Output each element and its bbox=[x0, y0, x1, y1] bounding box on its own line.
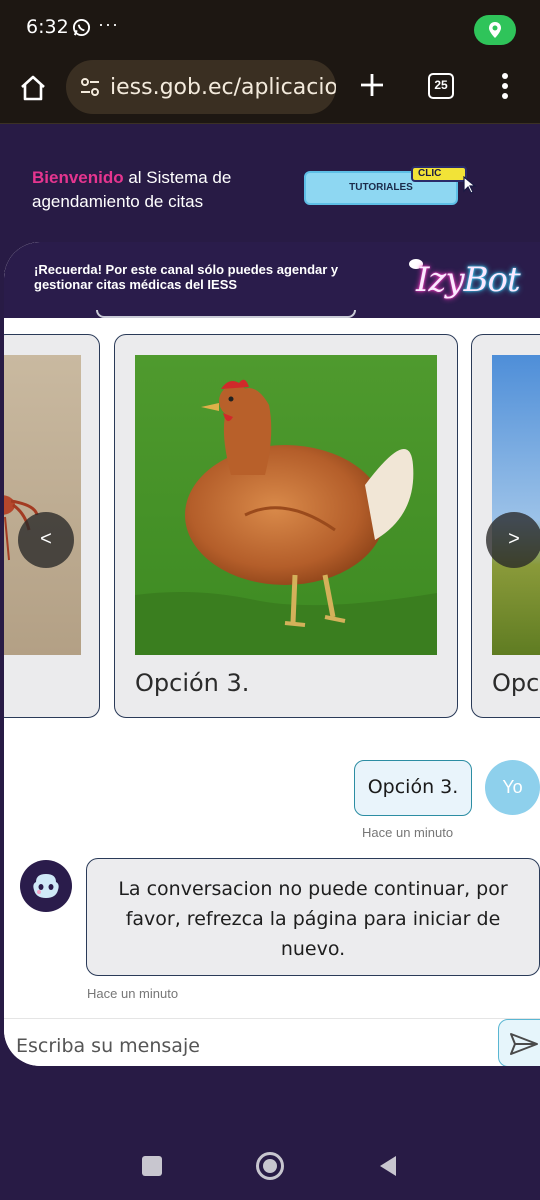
address-bar[interactable]: iess.gob.ec/aplicacion bbox=[66, 60, 336, 114]
back-icon[interactable] bbox=[378, 1154, 398, 1178]
status-bar: 6:32 ··· bbox=[0, 0, 540, 56]
more-notifications-icon: ··· bbox=[98, 14, 119, 34]
whatsapp-icon bbox=[72, 18, 91, 37]
more-menu-icon[interactable] bbox=[500, 72, 510, 100]
bot-message-bubble: La conversacion no puede continuar, por … bbox=[86, 858, 540, 976]
message-timestamp: Hace un minuto bbox=[362, 825, 454, 840]
carousel-prev-button[interactable]: < bbox=[18, 512, 74, 568]
chat-notice: ¡Recuerda! Por este canal sólo puedes ag… bbox=[34, 262, 339, 292]
previous-message-edge bbox=[96, 310, 356, 318]
message-input[interactable] bbox=[16, 1031, 486, 1061]
welcome-text: Bienvenido al Sistema de agendamiento de… bbox=[32, 166, 292, 214]
cursor-icon bbox=[463, 176, 477, 194]
home-button[interactable] bbox=[256, 1152, 284, 1180]
send-button[interactable] bbox=[498, 1019, 540, 1066]
landscape-image bbox=[492, 355, 540, 655]
new-tab-icon[interactable] bbox=[358, 71, 386, 99]
send-icon bbox=[510, 1033, 538, 1055]
location-indicator bbox=[474, 15, 516, 45]
status-time: 6:32 bbox=[26, 16, 69, 38]
robot-icon bbox=[33, 874, 59, 898]
welcome-highlight: Bienvenido bbox=[32, 168, 124, 187]
url-text: iess.gob.ec/aplicacion bbox=[110, 75, 336, 100]
tab-count-button[interactable]: 25 bbox=[428, 73, 454, 99]
user-avatar: Yo bbox=[485, 760, 540, 815]
system-nav-bar bbox=[0, 1132, 540, 1200]
carousel-next-button[interactable]: > bbox=[486, 512, 540, 568]
site-settings-icon[interactable] bbox=[80, 78, 100, 96]
carousel-card-selected[interactable]: Opción 3. bbox=[114, 334, 458, 718]
crab-image bbox=[4, 355, 81, 655]
chicken-image bbox=[135, 355, 437, 655]
location-pin-icon bbox=[489, 22, 501, 38]
izybot-logo: IzyBot bbox=[416, 260, 521, 300]
home-icon[interactable] bbox=[18, 73, 48, 103]
recent-apps-button[interactable] bbox=[142, 1156, 162, 1176]
card-label: Opc bbox=[492, 669, 540, 697]
clic-badge[interactable]: CLIC bbox=[411, 166, 467, 182]
chat-header: ¡Recuerda! Por este canal sólo puedes ag… bbox=[4, 242, 540, 318]
message-timestamp: Hace un minuto bbox=[87, 986, 179, 1001]
user-message-bubble: Opción 3. bbox=[354, 760, 472, 816]
chat-widget: ¡Recuerda! Por este canal sólo puedes ag… bbox=[4, 242, 540, 1066]
browser-toolbar: iess.gob.ec/aplicacion 25 bbox=[0, 56, 540, 124]
message-input-bar bbox=[4, 1018, 540, 1066]
card-label: Opción 3. bbox=[135, 669, 250, 697]
bot-avatar bbox=[20, 860, 72, 912]
